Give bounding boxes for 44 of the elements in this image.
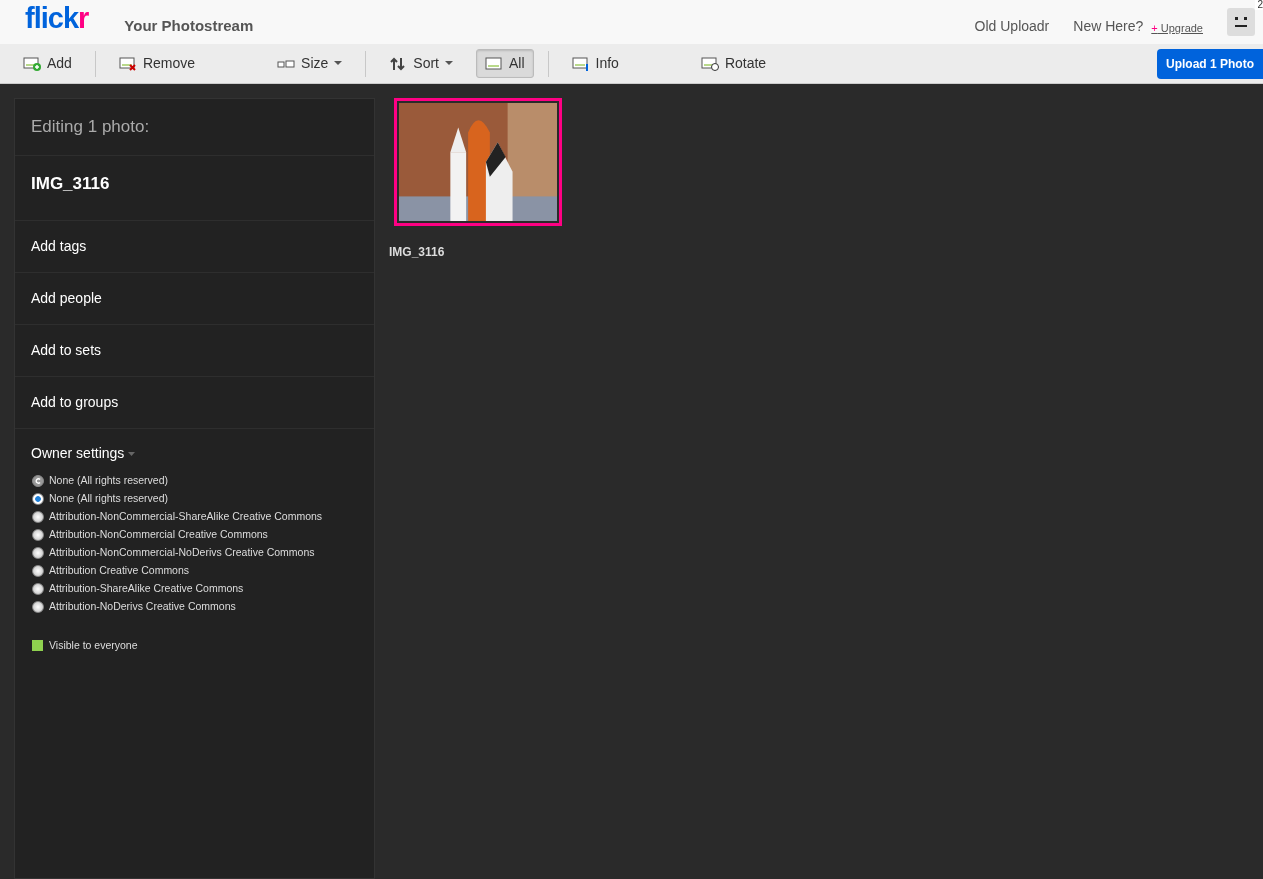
visibility-label[interactable]: Visible to everyone bbox=[49, 638, 138, 654]
toolbar-button[interactable]: Rotate bbox=[691, 49, 776, 78]
license-label: None (All rights reserved) bbox=[49, 473, 169, 489]
toolbar-button[interactable]: Sort bbox=[380, 49, 462, 78]
new-here-link[interactable]: New Here? bbox=[1073, 16, 1144, 37]
toolbar-button[interactable]: Info bbox=[562, 49, 628, 78]
license-label: Attribution Creative Commons bbox=[49, 563, 190, 579]
sidebar-action[interactable]: Add to groups bbox=[15, 377, 374, 429]
flickr-logo[interactable]: flickr bbox=[25, 3, 89, 33]
photo-title: IMG_3116 bbox=[15, 155, 374, 221]
upgrade-link[interactable]: + Upgrade bbox=[1151, 20, 1203, 37]
radio-button[interactable] bbox=[32, 529, 44, 541]
toolbar-button[interactable]: Remove bbox=[109, 49, 205, 78]
radio-button[interactable] bbox=[32, 547, 44, 559]
radio-button[interactable] bbox=[32, 493, 44, 505]
radio-button[interactable] bbox=[32, 601, 44, 613]
license-label: None (All rights reserved) bbox=[49, 491, 169, 507]
caret-icon bbox=[445, 61, 453, 66]
page-title: Your Photostream bbox=[124, 15, 254, 36]
license-label: Attribution-ShareAlike Creative Commons bbox=[49, 581, 244, 597]
notification-count: 2 bbox=[1255, 0, 1263, 10]
toolbar-button[interactable]: All bbox=[476, 49, 534, 78]
sidebar-heading: Editing 1 photo: bbox=[15, 99, 374, 156]
owner-settings-toggle[interactable]: Owner settings bbox=[15, 429, 374, 472]
sidebar-action[interactable]: Add tags bbox=[15, 221, 374, 273]
caret-icon bbox=[128, 452, 136, 457]
radio-button[interactable] bbox=[32, 511, 44, 523]
caret-icon bbox=[334, 61, 343, 66]
license-label: Attribution-NonCommercial Creative Commons bbox=[49, 527, 268, 543]
old-uploadr-link[interactable]: Old Uploadr bbox=[974, 16, 1050, 37]
sidebar-action[interactable]: Add to sets bbox=[15, 325, 374, 377]
sort-arrows-icon bbox=[389, 55, 408, 72]
radio-button[interactable] bbox=[32, 565, 44, 577]
toolbar-button[interactable]: Size bbox=[268, 49, 352, 78]
photo-caption: IMG_3116 bbox=[389, 244, 446, 261]
photo-thumbnail[interactable] bbox=[394, 98, 562, 226]
license-label: Attribution-NonCommercial-ShareAlike Creative Commons bbox=[49, 509, 323, 525]
sidebar-action[interactable]: Add people bbox=[15, 273, 374, 325]
radio-button[interactable] bbox=[32, 583, 44, 595]
license-label: Attribution-NonCommercial-NoDerivs Creative Commons bbox=[49, 545, 315, 561]
toolbar-button[interactable]: Add bbox=[14, 49, 81, 78]
avatar-icon[interactable] bbox=[1227, 8, 1255, 36]
upload-button[interactable]: Upload 1 Photo bbox=[1157, 48, 1263, 79]
license-label: Attribution-NoDerivs Creative Commons bbox=[49, 599, 236, 615]
